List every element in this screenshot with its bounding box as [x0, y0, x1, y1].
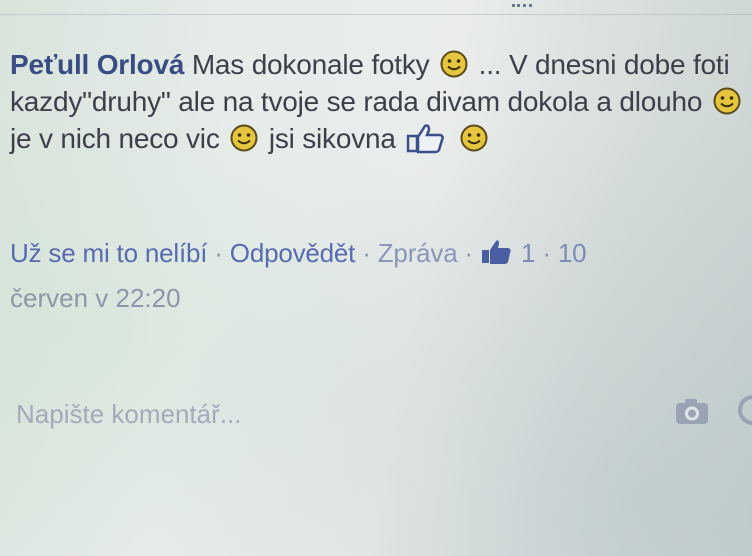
report-link[interactable]: Zpráva: [378, 238, 458, 268]
comment-author[interactable]: Peťull Orlová: [10, 49, 184, 80]
reply-link[interactable]: Odpovědět: [230, 238, 356, 268]
comment-text-1: Mas dokonale fotky: [191, 49, 430, 80]
comment-input[interactable]: [16, 394, 656, 434]
smiley-icon: [230, 124, 258, 152]
separator: ·: [214, 238, 223, 268]
comment-timestamp[interactable]: červen v 22:20: [10, 283, 181, 314]
smiley-icon: [440, 50, 468, 78]
top-remnant: [512, 0, 532, 7]
date-fragment: 10: [557, 238, 587, 268]
unlike-link[interactable]: Už se mi to nelíbí: [10, 238, 207, 268]
separator: ·: [362, 238, 371, 268]
like-count[interactable]: 1: [521, 238, 535, 268]
sticker-icon[interactable]: [736, 392, 752, 428]
like-icon[interactable]: [480, 238, 514, 266]
separator: ·: [464, 238, 474, 268]
comment-composer: [8, 386, 752, 444]
smiley-icon: [713, 87, 741, 115]
top-divider: [0, 0, 752, 15]
facebook-comment-screen: Peťull Orlová Mas dokonale fotky ... V d…: [0, 0, 752, 556]
comment-text-3: je v nich neco vic: [10, 123, 220, 154]
smiley-icon: [460, 124, 488, 152]
comment-actions: Už se mi to nelíbí · Odpovědět · Zpráva …: [10, 238, 587, 269]
separator: ·: [542, 238, 551, 268]
camera-icon[interactable]: [674, 396, 710, 426]
comment-body: Peťull Orlová Mas dokonale fotky ... V d…: [10, 46, 752, 157]
thumbs-up-icon: [405, 122, 447, 154]
comment-text-4: jsi sikovna: [268, 123, 396, 154]
